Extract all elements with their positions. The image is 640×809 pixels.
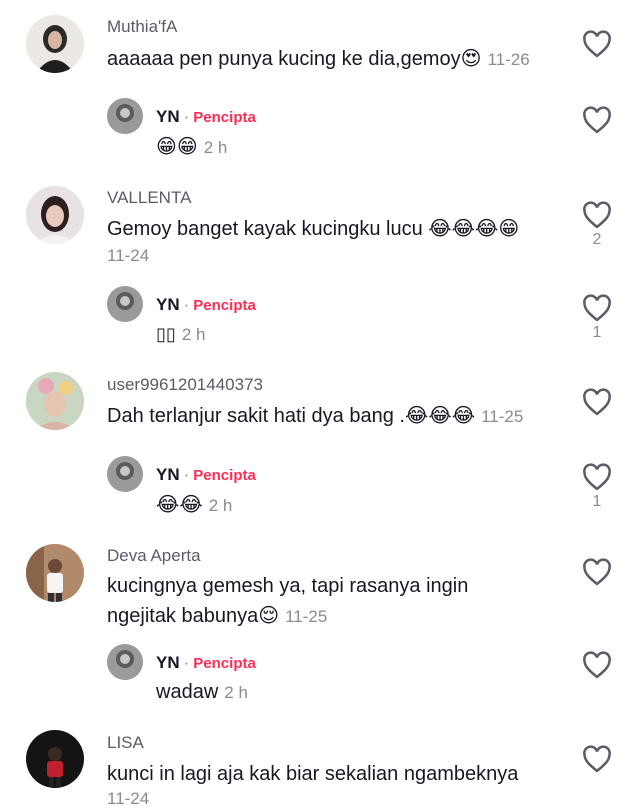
like-button[interactable]: [580, 651, 614, 679]
creator-badge: Pencipta: [193, 297, 256, 314]
comment-username[interactable]: Deva Aperta: [107, 546, 201, 566]
emoji: 😂😂: [156, 492, 203, 516]
reply-username[interactable]: YN: [156, 653, 180, 672]
like-button[interactable]: [580, 388, 614, 416]
like-button[interactable]: 2: [580, 201, 614, 249]
like-button[interactable]: [580, 30, 614, 58]
comment-text: Dah terlanjur sakit hati dya bang .😂😂😂 11…: [107, 403, 524, 427]
heart-outline-icon: [583, 388, 611, 416]
like-button[interactable]: [580, 558, 614, 586]
comment-time: 11-25: [481, 407, 524, 426]
heart-outline-icon: [583, 463, 611, 491]
reply-time: 2 h: [203, 138, 228, 157]
comment-text: kunci in lagi aja kak biar sekalian ngam…: [107, 763, 519, 785]
avatar[interactable]: [107, 98, 143, 134]
comment-time: 11-26: [487, 50, 530, 69]
reply-user-row: YN · Pencipta: [156, 465, 256, 484]
emoji: ▯▯: [156, 324, 176, 344]
avatar[interactable]: [107, 456, 143, 492]
reply-text: 😂😂 2 h: [156, 490, 232, 520]
like-button[interactable]: [580, 745, 614, 773]
emoji: 😌: [258, 603, 280, 627]
like-count: 2: [592, 231, 602, 248]
avatar[interactable]: [107, 644, 143, 680]
avatar[interactable]: [26, 15, 84, 73]
reply-username[interactable]: YN: [156, 465, 180, 484]
emoji: 😂😂😂😁: [428, 216, 520, 240]
like-count: 1: [592, 324, 602, 341]
heart-outline-icon: [583, 745, 611, 773]
reply-username[interactable]: YN: [156, 107, 180, 126]
emoji: 😍: [460, 46, 482, 70]
heart-outline-icon: [583, 294, 611, 322]
avatar[interactable]: [26, 730, 84, 788]
avatar[interactable]: [26, 544, 84, 602]
reply-text: 😁😁 2 h: [156, 132, 227, 162]
avatar[interactable]: [26, 372, 84, 430]
avatar[interactable]: [107, 286, 143, 322]
reply-text: wadaw 2 h: [156, 681, 248, 703]
heart-outline-icon: [583, 558, 611, 586]
like-button[interactable]: 1: [580, 294, 614, 342]
comment-time: 11-24: [107, 789, 150, 808]
emoji: 😁😁: [156, 134, 198, 158]
reply-time: 2 h: [181, 325, 206, 344]
heart-outline-icon: [583, 201, 611, 229]
comment-username[interactable]: VALLENTA: [107, 188, 191, 208]
reply-user-row: YN · Pencipta: [156, 295, 256, 314]
comment-username[interactable]: LISA: [107, 733, 144, 753]
like-count: 1: [592, 493, 602, 510]
reply-user-row: YN · Pencipta: [156, 653, 256, 672]
heart-outline-icon: [583, 30, 611, 58]
like-button[interactable]: 1: [580, 463, 614, 511]
reply-username[interactable]: YN: [156, 295, 180, 314]
reply-time: 2 h: [208, 496, 233, 515]
comment-text: kucingnya gemesh ya, tapi rasanya ingin …: [107, 575, 469, 627]
comment-username[interactable]: Muthia'fA: [107, 17, 177, 37]
heart-outline-icon: [583, 106, 611, 134]
creator-badge: Pencipta: [193, 655, 256, 672]
creator-badge: Pencipta: [193, 109, 256, 126]
comment-text: Gemoy banget kayak kucingku lucu 😂😂😂😁: [107, 216, 520, 240]
reply-text: ▯▯ 2 h: [156, 320, 205, 349]
avatar[interactable]: [26, 186, 84, 244]
like-button[interactable]: [580, 106, 614, 134]
heart-outline-icon: [583, 651, 611, 679]
comment-time: 11-24: [107, 246, 150, 265]
comment-time: 11-25: [285, 607, 328, 626]
comment-text: aaaaaa pen punya kucing ke dia,gemoy😍 11-…: [107, 46, 530, 70]
reply-time: 2 h: [224, 683, 248, 702]
emoji: 😂😂😂: [404, 403, 476, 427]
creator-badge: Pencipta: [193, 467, 256, 484]
reply-user-row: YN · Pencipta: [156, 107, 256, 126]
comment-username[interactable]: user9961201440373: [107, 375, 263, 395]
